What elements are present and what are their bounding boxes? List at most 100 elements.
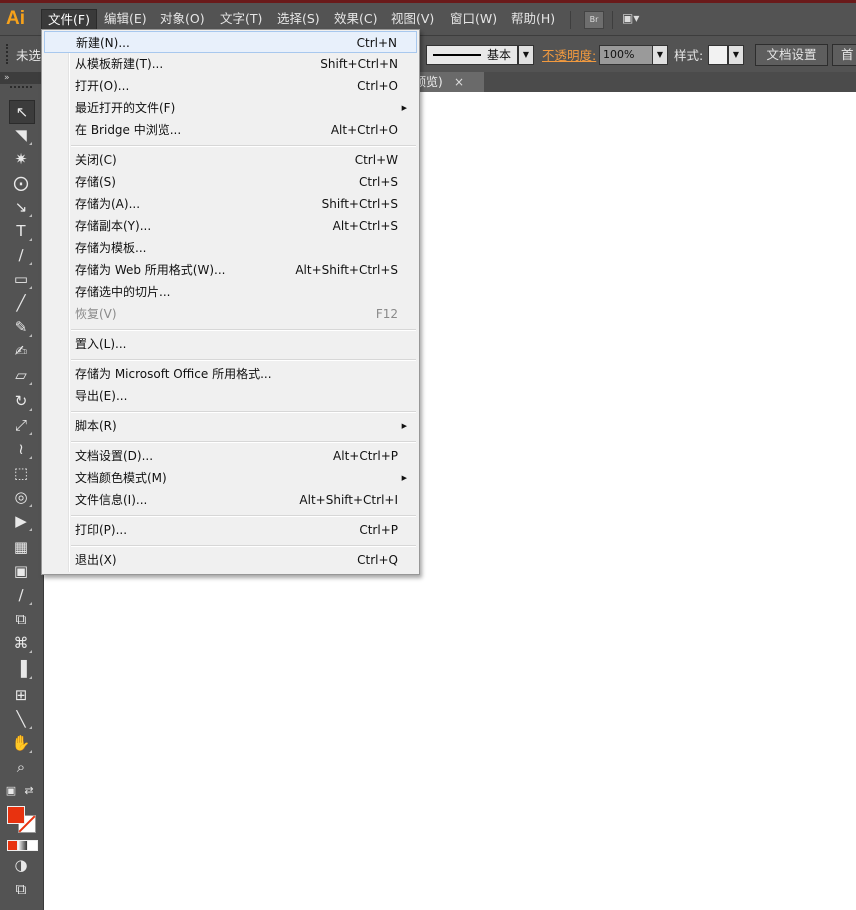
zoom-tool-icon[interactable]: ⌕ — [9, 756, 33, 778]
menu-item-document-color-mode[interactable]: 文档颜色模式(M) ▶ — [44, 467, 417, 489]
document-setup-button[interactable]: 文档设置 — [755, 44, 828, 66]
menu-item-label: 打开(O)... — [75, 79, 130, 93]
menu-edit[interactable]: 编辑(E) — [98, 9, 153, 29]
swap-colors-icon[interactable]: ⇄ — [22, 780, 36, 802]
gradient-tool-icon[interactable]: ▣ — [9, 560, 33, 582]
close-icon[interactable]: × — [454, 72, 464, 92]
lasso-tool-icon[interactable]: ⨀ — [9, 172, 33, 194]
graphic-style-dropdown-icon[interactable]: ▼ — [728, 45, 744, 65]
menu-window[interactable]: 窗口(W) — [444, 9, 503, 29]
menu-item-label: 存储为(A)... — [75, 197, 141, 211]
menu-item-save-copy[interactable]: 存储副本(Y)... Alt+Ctrl+S — [44, 215, 417, 237]
menu-item-save-selected-slices[interactable]: 存储选中的切片... — [44, 281, 417, 303]
menu-help[interactable]: 帮助(H) — [505, 9, 561, 29]
menu-item-browse-in-bridge[interactable]: 在 Bridge 中浏览... Alt+Ctrl+O — [44, 119, 417, 141]
type-tool-icon[interactable]: T — [9, 220, 33, 242]
slice-tool-icon[interactable]: ╲ — [9, 708, 33, 730]
hand-tool-icon[interactable]: ✋ — [9, 732, 33, 754]
menu-item-recent-files[interactable]: 最近打开的文件(F) ▶ — [44, 97, 417, 119]
eyedropper-tool-icon[interactable]: ∕ — [9, 584, 33, 606]
drawing-mode-icon[interactable]: ◑ — [9, 854, 33, 876]
menu-item-export[interactable]: 导出(E)... — [44, 385, 417, 407]
menu-separator — [71, 441, 416, 443]
blob-brush-tool-icon[interactable]: ✍ — [9, 340, 33, 362]
menu-item-new[interactable]: 新建(N)... Ctrl+N — [44, 31, 417, 53]
paintbrush-tool-icon[interactable]: ╱ — [9, 292, 33, 314]
control-bar-grip[interactable] — [6, 44, 12, 64]
menu-item-label: 脚本(R) — [75, 419, 117, 433]
eraser-tool-icon[interactable]: ▱ — [9, 364, 33, 386]
menu-item-close[interactable]: 关闭(C) Ctrl+W — [44, 149, 417, 171]
rectangle-tool-icon[interactable]: ▭ — [9, 268, 33, 290]
menu-item-label: 关闭(C) — [75, 153, 117, 167]
scale-tool-icon[interactable]: ⤢ — [9, 414, 33, 436]
line-segment-tool-icon[interactable]: ∕ — [9, 244, 33, 266]
menu-item-shortcut: Alt+Ctrl+P — [333, 449, 398, 463]
direct-selection-tool-icon[interactable]: ◥ — [9, 124, 33, 146]
menu-item-label: 存储(S) — [75, 175, 116, 189]
stroke-style-select[interactable]: 基本 — [426, 45, 518, 65]
menu-separator — [71, 145, 416, 147]
opacity-dropdown-icon[interactable]: ▼ — [652, 45, 668, 65]
menu-object[interactable]: 对象(O) — [154, 9, 211, 29]
graphic-style-swatch[interactable] — [708, 45, 728, 65]
bridge-button[interactable]: Br — [584, 11, 604, 29]
menu-item-scripts[interactable]: 脚本(R) ▶ — [44, 415, 417, 437]
width-tool-icon[interactable]: ≀ — [9, 438, 33, 460]
menu-item-shortcut: Ctrl+W — [354, 153, 398, 167]
menu-item-print[interactable]: 打印(P)... Ctrl+P — [44, 519, 417, 541]
opacity-label[interactable]: 不透明度: — [542, 45, 596, 64]
menu-item-place[interactable]: 置入(L)... — [44, 333, 417, 355]
menu-separator — [71, 545, 416, 547]
menu-item-label: 在 Bridge 中浏览... — [75, 123, 182, 137]
workspace-layout-button[interactable]: ▣▾ — [622, 11, 650, 27]
menu-item-save-as[interactable]: 存储为(A)... Shift+Ctrl+S — [44, 193, 417, 215]
menu-type[interactable]: 文字(T) — [214, 9, 268, 29]
stroke-style-dropdown-icon[interactable]: ▼ — [518, 45, 534, 65]
menubar-divider — [570, 11, 571, 29]
menu-file[interactable]: 文件(F) — [41, 9, 97, 31]
magic-wand-tool-icon[interactable]: ✷ — [9, 148, 33, 170]
menu-item-new-from-template[interactable]: 从模板新建(T)... Shift+Ctrl+N — [44, 53, 417, 75]
menu-item-revert: 恢复(V) F12 — [44, 303, 417, 325]
stroke-line-preview — [433, 54, 481, 56]
rotate-tool-icon[interactable]: ↻ — [9, 390, 33, 412]
pen-tool-icon[interactable]: ↘ — [9, 196, 33, 218]
selection-tool-icon[interactable]: ↖ — [9, 100, 35, 124]
menu-item-save-as-template[interactable]: 存储为模板... — [44, 237, 417, 259]
menu-item-label: 存储副本(Y)... — [75, 219, 152, 233]
mesh-tool-icon[interactable]: ▦ — [9, 536, 33, 558]
blend-tool-icon[interactable]: ⧉ — [9, 608, 33, 630]
shape-builder-tool-icon[interactable]: ◎ — [9, 486, 33, 508]
menu-item-open[interactable]: 打开(O)... Ctrl+O — [44, 75, 417, 97]
none-mode-icon[interactable] — [27, 840, 38, 851]
menu-item-save-for-web[interactable]: 存储为 Web 所用格式(W)... Alt+Shift+Ctrl+S — [44, 259, 417, 281]
free-transform-tool-icon[interactable]: ⬚ — [9, 462, 33, 484]
menu-select[interactable]: 选择(S) — [271, 9, 326, 29]
opacity-input[interactable]: 100% — [599, 45, 656, 65]
screen-mode-icon[interactable]: ⧉ — [9, 878, 33, 900]
menu-item-save-for-office[interactable]: 存储为 Microsoft Office 所用格式... — [44, 363, 417, 385]
pencil-tool-icon[interactable]: ✎ — [9, 316, 33, 338]
menu-item-exit[interactable]: 退出(X) Ctrl+Q — [44, 549, 417, 571]
menu-view[interactable]: 视图(V) — [385, 9, 440, 29]
menu-separator — [71, 515, 416, 517]
perspective-grid-tool-icon[interactable]: ▶ — [9, 510, 33, 532]
menu-separator — [71, 329, 416, 331]
column-graph-tool-icon[interactable]: ▐ — [9, 658, 33, 680]
symbol-sprayer-tool-icon[interactable]: ⌘ — [9, 632, 33, 654]
default-colors-icon[interactable]: ▣ — [4, 780, 18, 802]
artboard-tool-icon[interactable]: ⊞ — [9, 684, 33, 706]
menu-item-shortcut: Ctrl+N — [356, 36, 397, 50]
tools-panel-grip[interactable] — [10, 86, 32, 90]
menu-item-label: 存储选中的切片... — [75, 285, 171, 299]
preferences-button[interactable]: 首 — [832, 44, 856, 66]
menu-item-document-setup[interactable]: 文档设置(D)... Alt+Ctrl+P — [44, 445, 417, 467]
menu-effect[interactable]: 效果(C) — [328, 9, 383, 29]
menu-item-file-info[interactable]: 文件信息(I)... Alt+Shift+Ctrl+I — [44, 489, 417, 511]
menu-item-label: 存储为模板... — [75, 241, 147, 255]
menu-item-save[interactable]: 存储(S) Ctrl+S — [44, 171, 417, 193]
collapse-icon[interactable]: » — [0, 72, 47, 84]
menu-item-label: 导出(E)... — [75, 389, 128, 403]
fill-color-swatch[interactable] — [7, 806, 25, 824]
